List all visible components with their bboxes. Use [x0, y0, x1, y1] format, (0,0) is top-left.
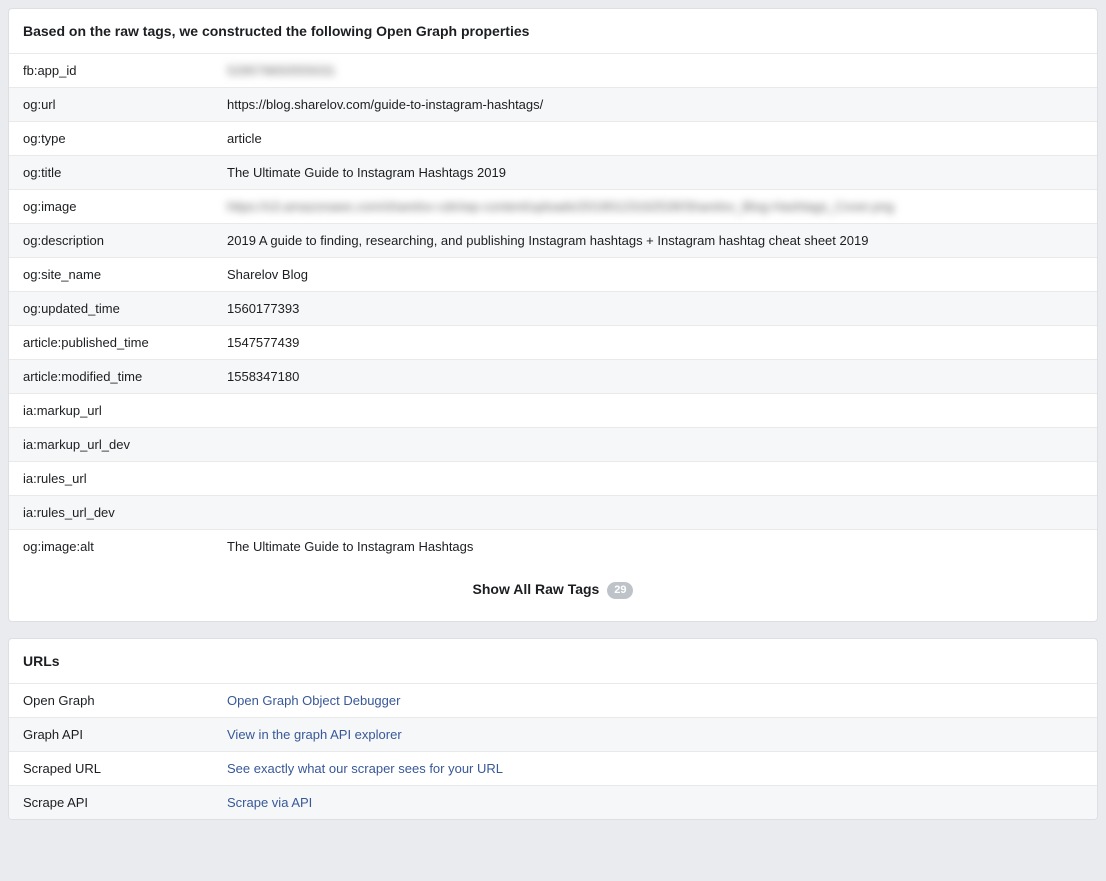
property-key: ia:rules_url: [9, 462, 215, 496]
open-graph-properties-card: Based on the raw tags, we constructed th…: [8, 8, 1098, 622]
table-row: ia:rules_url_dev: [9, 496, 1097, 530]
property-key: og:image:alt: [9, 530, 215, 564]
property-key: article:modified_time: [9, 360, 215, 394]
open-graph-table: fb:app_id529579650555031og:urlhttps://bl…: [9, 54, 1097, 563]
table-row: article:published_time1547577439: [9, 326, 1097, 360]
url-link[interactable]: View in the graph API explorer: [227, 727, 402, 742]
property-value: Sharelov Blog: [215, 258, 1097, 292]
property-value: [215, 394, 1097, 428]
url-value: See exactly what our scraper sees for yo…: [215, 751, 1097, 785]
table-row: Scrape API Scrape via API: [9, 785, 1097, 819]
url-label: Scraped URL: [9, 751, 215, 785]
property-key: og:url: [9, 88, 215, 122]
urls-card-header: URLs: [9, 639, 1097, 684]
property-key: ia:markup_url: [9, 394, 215, 428]
table-row: Open Graph Open Graph Object Debugger: [9, 684, 1097, 718]
table-row: Scraped URL See exactly what our scraper …: [9, 751, 1097, 785]
property-value: The Ultimate Guide to Instagram Hashtags…: [215, 156, 1097, 190]
urls-card: URLs Open Graph Open Graph Object Debugge…: [8, 638, 1098, 820]
property-key: og:image: [9, 190, 215, 224]
property-key: ia:markup_url_dev: [9, 428, 215, 462]
property-key: article:published_time: [9, 326, 215, 360]
url-label: Scrape API: [9, 785, 215, 819]
url-value: View in the graph API explorer: [215, 717, 1097, 751]
show-all-raw-tags-button[interactable]: Show All Raw Tags 29: [473, 581, 634, 599]
table-row: og:site_nameSharelov Blog: [9, 258, 1097, 292]
open-graph-card-header: Based on the raw tags, we constructed th…: [9, 9, 1097, 54]
url-link[interactable]: Scrape via API: [227, 795, 312, 810]
table-row: ia:markup_url_dev: [9, 428, 1097, 462]
property-value: https://s3.amazonaws.com/sharelov-cdn/wp…: [215, 190, 1097, 224]
property-key: og:description: [9, 224, 215, 258]
table-row: og:image:altThe Ultimate Guide to Instag…: [9, 530, 1097, 564]
table-row: og:imagehttps://s3.amazonaws.com/sharelo…: [9, 190, 1097, 224]
table-row: Graph API View in the graph API explorer: [9, 717, 1097, 751]
table-row: ia:rules_url: [9, 462, 1097, 496]
url-label: Open Graph: [9, 684, 215, 718]
table-row: og:description2019 A guide to finding, r…: [9, 224, 1097, 258]
property-key: og:site_name: [9, 258, 215, 292]
property-value: The Ultimate Guide to Instagram Hashtags: [215, 530, 1097, 564]
property-key: og:title: [9, 156, 215, 190]
property-value: 529579650555031: [215, 54, 1097, 88]
table-row: article:modified_time1558347180: [9, 360, 1097, 394]
show-all-label: Show All Raw Tags: [473, 581, 600, 597]
property-key: fb:app_id: [9, 54, 215, 88]
property-value: 2019 A guide to finding, researching, an…: [215, 224, 1097, 258]
table-row: ia:markup_url: [9, 394, 1097, 428]
property-value: [215, 428, 1097, 462]
show-all-raw-tags-row: Show All Raw Tags 29: [9, 563, 1097, 621]
property-value: 1547577439: [215, 326, 1097, 360]
table-row: og:urlhttps://blog.sharelov.com/guide-to…: [9, 88, 1097, 122]
property-key: og:updated_time: [9, 292, 215, 326]
table-row: og:titleThe Ultimate Guide to Instagram …: [9, 156, 1097, 190]
property-key: ia:rules_url_dev: [9, 496, 215, 530]
url-label: Graph API: [9, 717, 215, 751]
url-value: Scrape via API: [215, 785, 1097, 819]
property-key: og:type: [9, 122, 215, 156]
table-row: og:typearticle: [9, 122, 1097, 156]
property-value: [215, 462, 1097, 496]
url-value: Open Graph Object Debugger: [215, 684, 1097, 718]
property-value: 1558347180: [215, 360, 1097, 394]
table-row: og:updated_time1560177393: [9, 292, 1097, 326]
url-link[interactable]: Open Graph Object Debugger: [227, 693, 400, 708]
raw-tags-count-badge: 29: [607, 582, 633, 599]
property-value: https://blog.sharelov.com/guide-to-insta…: [215, 88, 1097, 122]
property-value: 1560177393: [215, 292, 1097, 326]
property-value: article: [215, 122, 1097, 156]
urls-table: Open Graph Open Graph Object Debugger Grap…: [9, 684, 1097, 819]
table-row: fb:app_id529579650555031: [9, 54, 1097, 88]
url-link[interactable]: See exactly what our scraper sees for yo…: [227, 761, 503, 776]
property-value: [215, 496, 1097, 530]
